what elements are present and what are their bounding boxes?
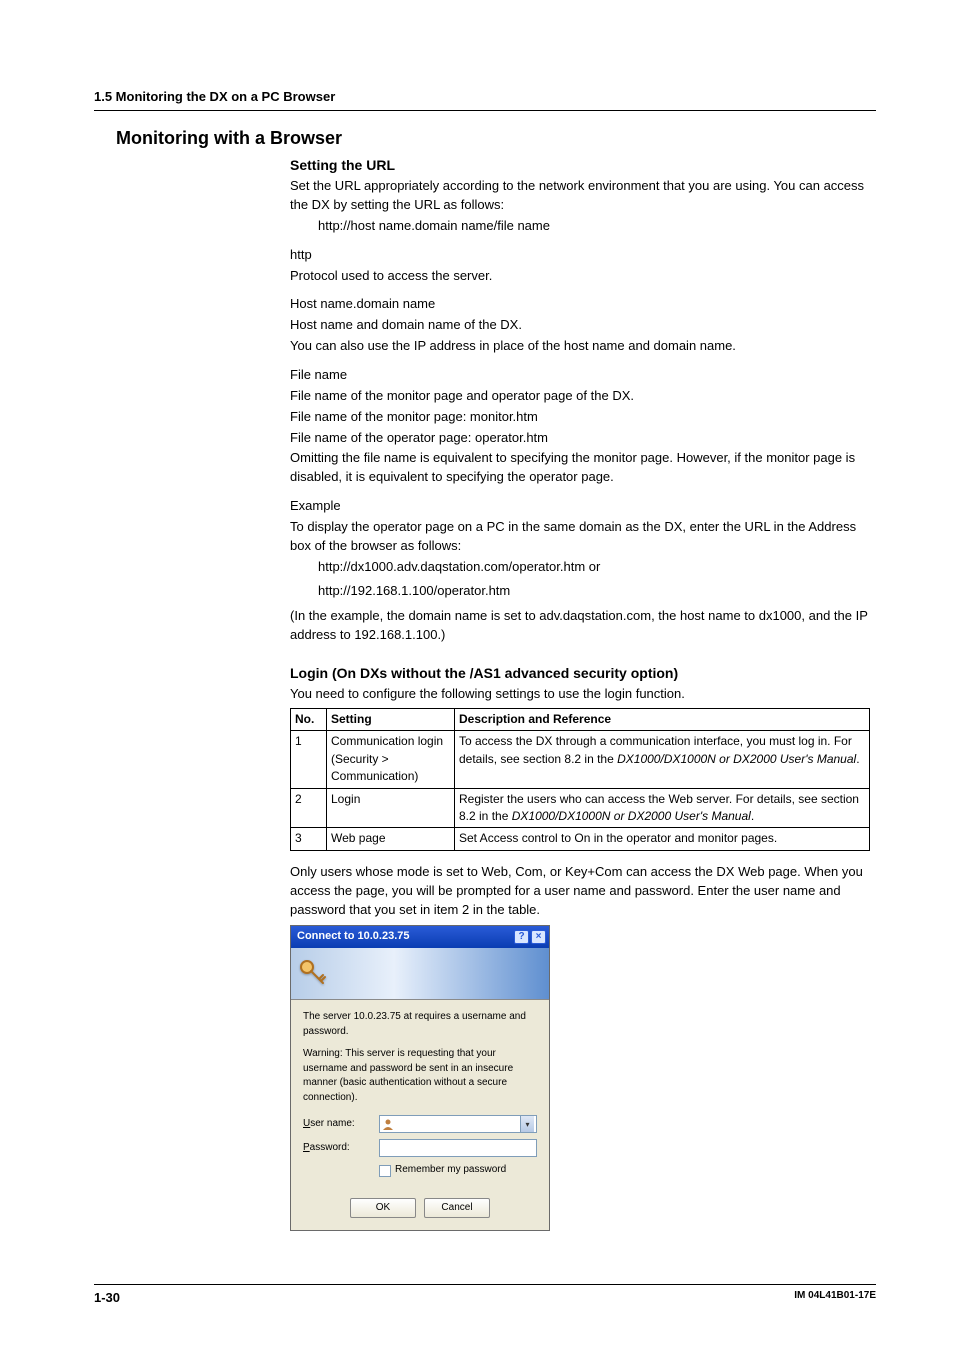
manual-id: IM 04L41B01-17E [794,1289,876,1308]
example-url1: http://dx1000.adv.daqstation.com/operato… [318,558,876,577]
ok-button[interactable]: OK [350,1198,416,1218]
page-footer: 1-30 IM 04L41B01-17E [94,1284,876,1308]
cell-setting: Web page [327,828,455,850]
login-after-note: Only users whose mode is set to Web, Com… [290,863,876,920]
filename-label: File name [290,366,876,385]
username-label: User name: [303,1117,373,1132]
dialog-titlebar: Connect to 10.0.23.75 ? × [291,926,549,948]
section-header: 1.5 Monitoring the DX on a PC Browser [94,88,876,111]
password-label: Password: [303,1141,373,1156]
cell-no: 1 [291,731,327,788]
cell-desc: Register the users who can access the We… [455,788,870,828]
table-header-desc: Description and Reference [455,709,870,731]
table-header-no: No. [291,709,327,731]
filename-desc1: File name of the monitor page and operat… [290,387,876,406]
hostname-label: Host name.domain name [290,295,876,314]
page-title: Monitoring with a Browser [116,125,876,151]
password-input[interactable] [379,1139,537,1157]
keys-icon [297,957,331,991]
dialog-title: Connect to 10.0.23.75 [297,929,410,945]
example-note: (In the example, the domain name is set … [290,607,876,645]
close-icon[interactable]: × [531,930,546,944]
cell-setting: Communication login (Security > Communic… [327,731,455,788]
hostname-desc1: Host name and domain name of the DX. [290,316,876,335]
cell-no: 3 [291,828,327,850]
cancel-button[interactable]: Cancel [424,1198,490,1218]
example-url2: http://192.168.1.100/operator.htm [318,582,876,601]
setting-url-desc: Set the URL appropriately according to t… [290,177,876,215]
login-intro: You need to configure the following sett… [290,685,876,704]
help-icon[interactable]: ? [514,930,529,944]
chevron-down-icon[interactable]: ▾ [520,1116,534,1132]
table-row: 2 Login Register the users who can acces… [291,788,870,828]
cell-desc: Set Access control to On in the operator… [455,828,870,850]
table-header-setting: Setting [327,709,455,731]
dialog-message2: Warning: This server is requesting that … [303,1047,537,1105]
filename-desc2: File name of the monitor page: monitor.h… [290,408,876,427]
http-label: http [290,246,876,265]
user-icon [382,1118,394,1130]
filename-desc3: File name of the operator page: operator… [290,429,876,448]
dialog-message1: The server 10.0.23.75 at requires a user… [303,1010,537,1039]
example-desc: To display the operator page on a PC in … [290,518,876,556]
hostname-desc2: You can also use the IP address in place… [290,337,876,356]
table-row: 3 Web page Set Access control to On in t… [291,828,870,850]
remember-checkbox[interactable] [379,1165,391,1177]
dialog-banner [291,948,549,1000]
cell-desc: To access the DX through a communication… [455,731,870,788]
login-settings-table: No. Setting Description and Reference 1 … [290,708,870,851]
setting-url-heading: Setting the URL [290,155,876,175]
url-format: http://host name.domain name/file name [318,217,876,236]
username-combo[interactable]: ▾ [379,1115,537,1133]
remember-label: Remember my password [395,1163,506,1178]
cell-no: 2 [291,788,327,828]
filename-desc4: Omitting the file name is equivalent to … [290,449,876,487]
example-label: Example [290,497,876,516]
cell-setting: Login [327,788,455,828]
table-row: 1 Communication login (Security > Commun… [291,731,870,788]
page-number: 1-30 [94,1289,120,1308]
login-heading: Login (On DXs without the /AS1 advanced … [290,663,876,683]
http-desc: Protocol used to access the server. [290,267,876,286]
login-dialog: Connect to 10.0.23.75 ? × The server 10.… [290,925,550,1230]
